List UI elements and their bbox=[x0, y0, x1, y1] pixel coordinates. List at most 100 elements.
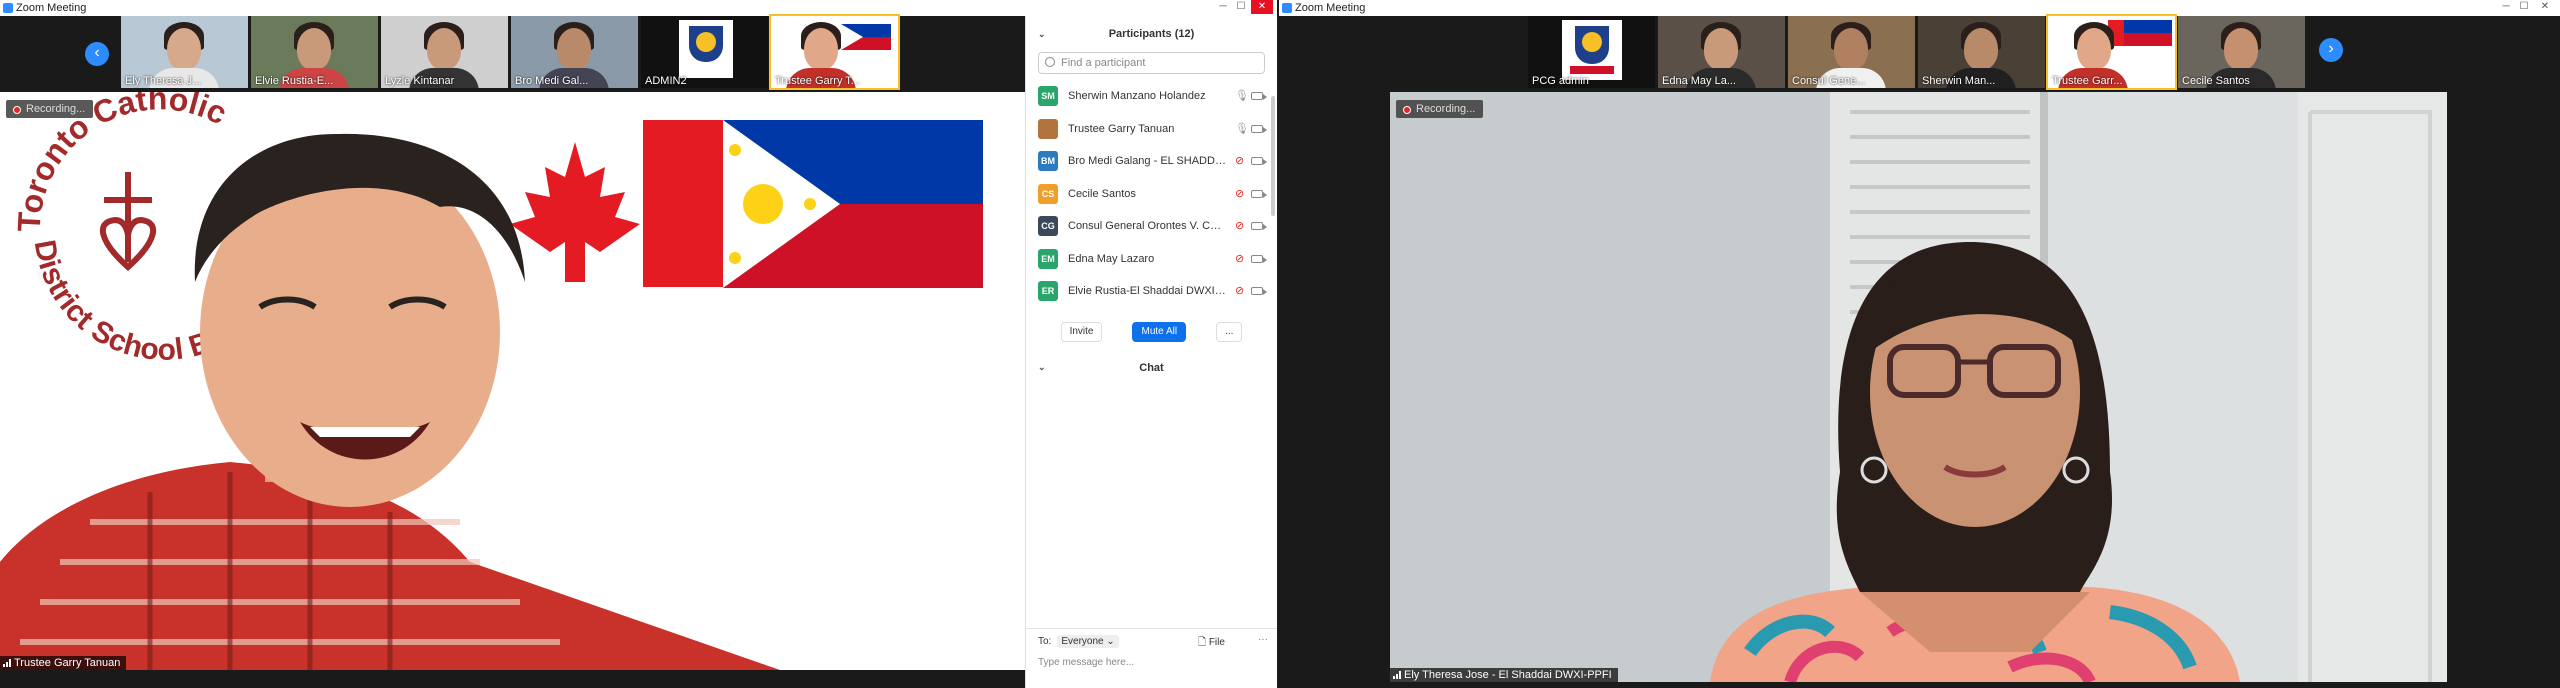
microphone-icon[interactable]: 🎙 bbox=[1235, 123, 1249, 135]
chat-header: ⌄ Chat bbox=[1026, 362, 1277, 374]
search-icon bbox=[1045, 57, 1055, 67]
video-camera-icon[interactable] bbox=[1251, 124, 1267, 133]
minimize-icon[interactable]: ─ bbox=[1215, 0, 1231, 14]
close-icon[interactable]: ✕ bbox=[1251, 0, 1273, 14]
participant-row[interactable]: Trustee Garry Tanuan 🎙 bbox=[1026, 113, 1277, 146]
collapse-chevron-icon[interactable]: ⌄ bbox=[1038, 16, 1046, 52]
consulate-seal-icon bbox=[1562, 20, 1622, 80]
video-thumbnail[interactable]: Bro Medi Gal... bbox=[511, 16, 638, 88]
video-thumbnail[interactable]: Lyzle Kintanar bbox=[381, 16, 508, 88]
thumbnail-name: Trustee Garr... bbox=[2052, 75, 2123, 87]
thumbnail-name: Ely Theresa J... bbox=[125, 75, 202, 87]
thumbnail-strip: Ely Theresa J... Elvie Rustia-E... Lyzle… bbox=[121, 14, 900, 92]
avatar: CG bbox=[1038, 216, 1058, 237]
speaker-video-frame bbox=[1390, 92, 2447, 682]
video-camera-icon[interactable] bbox=[1251, 222, 1267, 231]
maximize-icon[interactable]: ☐ bbox=[1233, 0, 1249, 14]
video-thumbnail[interactable]: Sherwin Man... bbox=[1918, 16, 2045, 88]
video-camera-icon[interactable] bbox=[1251, 287, 1267, 296]
participant-name: Elvie Rustia-El Shaddai DWXI-PPFI bbox=[1068, 285, 1226, 298]
prev-page-button[interactable]: ‹ bbox=[85, 42, 109, 66]
participant-search-input[interactable]: Find a participant bbox=[1038, 52, 1265, 74]
avatar bbox=[1038, 118, 1058, 139]
participants-title: Participants (12) bbox=[1108, 28, 1195, 40]
video-thumbnail[interactable]: ADMIN2 bbox=[641, 16, 768, 88]
file-button[interactable]: 🗋 File bbox=[1198, 635, 1225, 652]
video-camera-icon[interactable] bbox=[1251, 92, 1267, 101]
school-board-logo: Toronto Catholic District School Board bbox=[0, 92, 233, 367]
chat-title: Chat bbox=[1139, 361, 1164, 374]
participant-name: Trustee Garry Tanuan bbox=[1068, 122, 1175, 135]
chat-more-button[interactable]: ··· bbox=[1258, 634, 1268, 645]
video-thumbnail[interactable]: Elvie Rustia-E... bbox=[251, 16, 378, 88]
participant-row[interactable]: BM Bro Medi Galang - EL SHADDAI ... ⊘ bbox=[1026, 145, 1277, 178]
next-page-button[interactable]: › bbox=[2319, 38, 2343, 62]
mute-all-button[interactable]: Mute All bbox=[1132, 321, 1187, 342]
participant-actions: Invite Mute All ... bbox=[1026, 321, 1277, 342]
video-camera-icon[interactable] bbox=[1251, 189, 1267, 198]
video-thumbnail[interactable]: Edna May La... bbox=[1658, 16, 1785, 88]
microphone-muted-icon[interactable]: ⊘ bbox=[1235, 155, 1244, 167]
participant-list: SM Sherwin Manzano Holandez 🎙 Trustee Ga… bbox=[1026, 80, 1277, 308]
record-icon bbox=[1403, 106, 1411, 114]
microphone-muted-icon[interactable]: ⊘ bbox=[1235, 220, 1244, 232]
participant-name: Consul General Orontes V. Cast... bbox=[1068, 220, 1226, 233]
participants-panel: ⌄ Participants (12) Find a participant S… bbox=[1025, 16, 1277, 688]
video-thumbnail-active[interactable]: Trustee Garr... bbox=[2046, 14, 2177, 90]
participant-name: Bro Medi Galang - EL SHADDAI ... bbox=[1068, 155, 1226, 168]
title-bar: Zoom Meeting ─ ☐ ✕ bbox=[1279, 0, 2560, 16]
video-thumbnail[interactable]: Ely Theresa J... bbox=[121, 16, 248, 88]
more-options-button[interactable]: ... bbox=[1216, 321, 1243, 342]
title-bar: Zoom Meeting ─ ☐ ✕ bbox=[0, 0, 1277, 16]
maple-leaf-icon bbox=[510, 142, 640, 282]
flag-icon bbox=[841, 24, 891, 50]
video-thumbnail[interactable]: Cecile Santos bbox=[2178, 16, 2305, 88]
thumbnail-name: Edna May La... bbox=[1662, 75, 1736, 87]
video-camera-icon[interactable] bbox=[1251, 157, 1267, 166]
video-camera-icon[interactable] bbox=[1251, 254, 1267, 263]
main-video-right: Recording... Ely Theresa Jose - El Shadd… bbox=[1390, 92, 2447, 682]
participant-row[interactable]: CS Cecile Santos ⊘ bbox=[1026, 178, 1277, 211]
avatar: ER bbox=[1038, 281, 1058, 302]
microphone-muted-icon[interactable]: ⊘ bbox=[1235, 188, 1244, 200]
zoom-window-left: Zoom Meeting ─ ☐ ✕ ‹ Ely Theresa J... El… bbox=[0, 0, 1277, 688]
recording-indicator: Recording... bbox=[6, 100, 94, 118]
thumbnail-name: Elvie Rustia-E... bbox=[255, 75, 334, 87]
chat-recipient-select[interactable]: Everyone ⌄ bbox=[1057, 635, 1119, 648]
participant-row[interactable]: SM Sherwin Manzano Holandez 🎙 bbox=[1026, 80, 1277, 113]
participant-row[interactable]: CG Consul General Orontes V. Cast... ⊘ bbox=[1026, 210, 1277, 243]
close-icon[interactable]: ✕ bbox=[2534, 0, 2556, 14]
speaker-name-label: Ely Theresa Jose - El Shaddai DWXI-PPFI bbox=[1390, 668, 1618, 682]
microphone-muted-icon[interactable]: ⊘ bbox=[1235, 285, 1244, 297]
video-thumbnail[interactable]: Consul Gene... bbox=[1788, 16, 1915, 88]
participant-row[interactable]: EM Edna May Lazaro ⊘ bbox=[1026, 243, 1277, 276]
window-title: Zoom Meeting bbox=[16, 2, 87, 14]
maximize-icon[interactable]: ☐ bbox=[2516, 0, 2532, 14]
philippine-flag-icon bbox=[643, 120, 983, 288]
zoom-logo-icon bbox=[1282, 3, 1292, 13]
chat-message-input[interactable]: Type message here... bbox=[1038, 657, 1134, 668]
participant-row[interactable]: ER Elvie Rustia-El Shaddai DWXI-PPFI ⊘ bbox=[1026, 275, 1277, 308]
video-thumbnail[interactable]: PCG admin bbox=[1528, 16, 1655, 88]
microphone-muted-icon[interactable]: ⊘ bbox=[1235, 253, 1244, 265]
invite-button[interactable]: Invite bbox=[1060, 321, 1103, 342]
collapse-chevron-icon[interactable]: ⌄ bbox=[1038, 362, 1046, 373]
consulate-seal-icon bbox=[679, 20, 733, 78]
avatar: SM bbox=[1038, 86, 1058, 107]
thumbnail-name: ADMIN2 bbox=[645, 75, 687, 87]
participant-name: Cecile Santos bbox=[1068, 187, 1136, 200]
thumbnail-strip: PCG admin Edna May La... Consul Gene... … bbox=[1528, 14, 2305, 92]
main-video-left: Toronto Catholic District School Board bbox=[0, 92, 1025, 670]
thumbnail-name: Cecile Santos bbox=[2182, 75, 2250, 87]
microphone-icon[interactable]: 🎙 bbox=[1235, 90, 1249, 102]
minimize-icon[interactable]: ─ bbox=[2498, 0, 2514, 14]
participants-header: ⌄ Participants (12) bbox=[1026, 16, 1277, 40]
chat-composer: To: Everyone ⌄ 🗋 File ··· Type message h… bbox=[1026, 628, 1277, 688]
participants-scrollbar[interactable] bbox=[1271, 96, 1275, 216]
thumbnail-name: Bro Medi Gal... bbox=[515, 75, 589, 87]
video-thumbnail-active[interactable]: Trustee Garry T... bbox=[769, 14, 900, 90]
chat-to-label: To: bbox=[1038, 636, 1052, 647]
participant-name: Sherwin Manzano Holandez bbox=[1068, 90, 1206, 103]
avatar: EM bbox=[1038, 248, 1058, 269]
flag-icon bbox=[2108, 20, 2172, 46]
